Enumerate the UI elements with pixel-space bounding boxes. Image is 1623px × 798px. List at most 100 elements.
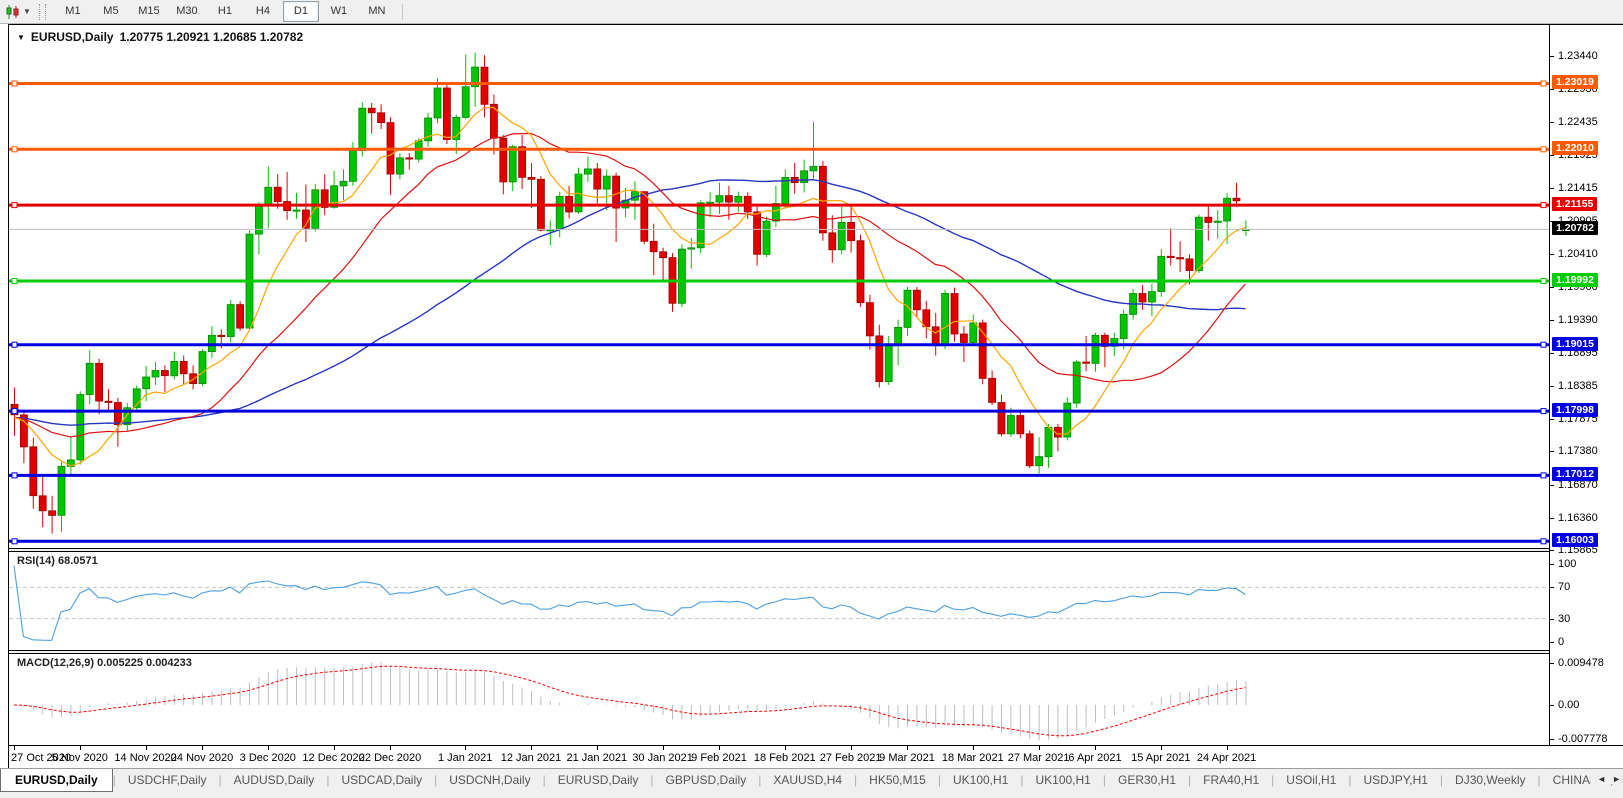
candle-body: [377, 112, 386, 124]
chart-tab-dj30-weekly[interactable]: DJ30,Weekly: [1443, 769, 1537, 791]
rsi-axis-label: 100: [1558, 558, 1577, 570]
candle-body: [1091, 334, 1100, 364]
date-tick-label: 24 Nov 2020: [170, 752, 234, 764]
line-anchor-handle[interactable]: [11, 538, 18, 545]
chart-tab-xauusd-h4[interactable]: XAUUSD,H4: [761, 769, 854, 791]
scroll-right-icon[interactable]: ►: [1612, 774, 1621, 784]
chart-tab-usoil-h1[interactable]: USOil,H1: [1274, 769, 1348, 791]
date-tick-mark: [531, 746, 532, 750]
current-price-badge: 1.20782: [1552, 221, 1598, 236]
line-anchor-handle[interactable]: [11, 408, 18, 415]
candle-body: [866, 302, 874, 337]
candle-body: [160, 370, 169, 377]
line-anchor-handle[interactable]: [11, 278, 18, 284]
tabs: EURUSD,Daily | USDCHF,Daily | AUDUSD,Daily | U…: [0, 769, 1623, 792]
chart-tab-usdchf-daily[interactable]: USDCHF,Daily: [116, 769, 219, 791]
timeframe-button-d1[interactable]: D1: [282, 1, 319, 22]
rsi-label: RSI(14) 68.0571: [17, 555, 98, 567]
candle-body: [527, 176, 536, 180]
date-tick-mark: [79, 746, 81, 750]
chart-tab-uk100-h1[interactable]: UK100,H1: [941, 769, 1020, 791]
price-tick-label: 1.16360: [1558, 511, 1598, 524]
chevron-down-icon[interactable]: ▼: [23, 7, 31, 16]
date-tick-label: 18 Mar 2021: [941, 752, 1004, 764]
date-tick-mark: [465, 746, 467, 750]
trading-platform-window: ▼ M1 M5 M15 M30 H1 H4 D1 W1 MN ▼ EURUSD,Daily 1.…: [0, 0, 1623, 798]
timeframe-button-m15[interactable]: M15: [131, 1, 167, 22]
timeframe-button-mn[interactable]: MN: [359, 1, 395, 22]
timeframe-button-h1[interactable]: H1: [207, 1, 243, 22]
candle-body: [38, 495, 47, 512]
chart-tab-hk50-m15[interactable]: HK50,M15: [857, 769, 938, 791]
chart-tab-fra40-h1[interactable]: FRA40,H1: [1191, 769, 1271, 791]
candle-body: [706, 201, 714, 204]
candle-body: [649, 240, 658, 253]
line-anchor-handle[interactable]: [11, 341, 18, 348]
candle-body: [678, 248, 686, 304]
price-line-badge: 1.17012: [1552, 467, 1598, 482]
date-tick-mark: [267, 746, 269, 750]
rsi-line: [13, 565, 1246, 641]
line-anchor-handle[interactable]: [1540, 408, 1547, 415]
chart-tab-usdjpy-h1[interactable]: USDJPY,H1: [1351, 769, 1439, 791]
line-anchor-handle[interactable]: [11, 202, 18, 209]
price-chart-pane[interactable]: ▼ EURUSD,Daily 1.20775 1.20921 1.20685 1…: [9, 25, 1549, 548]
candle-body: [1138, 293, 1147, 303]
price-axis: 1.234401.229301.224351.219251.214151.209…: [1549, 25, 1623, 745]
rsi-indicator-pane[interactable]: RSI(14) 68.0571: [9, 552, 1549, 650]
price-line-badge: 1.17998: [1552, 403, 1598, 418]
date-tick-mark: [1038, 746, 1040, 750]
date-tick-label: 3 Dec 2020: [239, 752, 296, 764]
toolbar-grip[interactable]: [38, 3, 46, 20]
chart-tab-gbpusd-daily[interactable]: GBPUSD,Daily: [654, 769, 759, 791]
candle-body: [442, 87, 451, 140]
timeframe-button-m30[interactable]: M30: [169, 1, 205, 22]
line-anchor-handle[interactable]: [11, 80, 18, 87]
line-anchor-handle[interactable]: [1540, 472, 1547, 479]
line-anchor-handle[interactable]: [1540, 538, 1547, 545]
timeframe-button-m1[interactable]: M1: [55, 1, 91, 22]
line-anchor-handle[interactable]: [11, 146, 18, 153]
candle-body: [339, 180, 348, 187]
macd-tick-mark: [1550, 704, 1554, 706]
price-line-badge: 1.21155: [1552, 197, 1598, 212]
candle-body: [753, 211, 761, 255]
candle-body: [358, 107, 367, 151]
candlestick-chart-icon[interactable]: [3, 3, 23, 21]
line-anchor-handle[interactable]: [11, 472, 18, 479]
line-anchor-handle[interactable]: [1540, 341, 1547, 348]
candle-body: [931, 326, 940, 347]
candle-body: [659, 251, 667, 259]
line-anchor-handle[interactable]: [1540, 80, 1547, 87]
candle-body: [969, 322, 978, 343]
candle-body: [367, 107, 376, 114]
scroll-left-icon[interactable]: ◄: [1597, 774, 1606, 784]
timeframe-button-m5[interactable]: M5: [93, 1, 129, 22]
price-tick-label: 1.18385: [1558, 379, 1598, 392]
timeframe-button-h4[interactable]: H4: [245, 1, 281, 22]
candle-body: [555, 195, 564, 231]
date-tick-mark: [719, 746, 720, 750]
chart-tab-eurusd-daily[interactable]: EURUSD,Daily: [546, 769, 651, 791]
date-tick-mark: [14, 746, 15, 750]
candle-body: [480, 66, 489, 105]
date-tick-label: 15 Apr 2021: [1131, 752, 1191, 764]
candle-body: [85, 362, 94, 395]
line-anchor-handle[interactable]: [1540, 278, 1547, 284]
line-anchor-handle[interactable]: [1540, 202, 1547, 209]
macd-indicator-pane[interactable]: MACD(12,26,9) 0.005225 0.004233: [9, 654, 1549, 745]
chart-tab-eurusd-daily[interactable]: EURUSD,Daily: [0, 769, 113, 792]
chart-tab-ger30-h1[interactable]: GER30,H1: [1106, 769, 1188, 791]
chart-tab-usdcnh-daily[interactable]: USDCNH,Daily: [437, 769, 542, 791]
timeframe-button-w1[interactable]: W1: [321, 1, 357, 22]
date-tick-mark: [907, 746, 908, 750]
chart-tab-audusd-daily[interactable]: AUDUSD,Daily: [222, 769, 327, 791]
triangle-down-icon[interactable]: ▼: [17, 33, 25, 42]
chart-tab-usdcad-daily[interactable]: USDCAD,Daily: [329, 769, 434, 791]
candle-body: [76, 394, 85, 461]
symbol-period-label: EURUSD,Daily: [30, 30, 114, 44]
candle-body: [1232, 197, 1241, 202]
chart-tab-uk100-h1[interactable]: UK100,H1: [1023, 769, 1102, 791]
candle-body: [725, 195, 733, 203]
line-anchor-handle[interactable]: [1540, 146, 1547, 153]
